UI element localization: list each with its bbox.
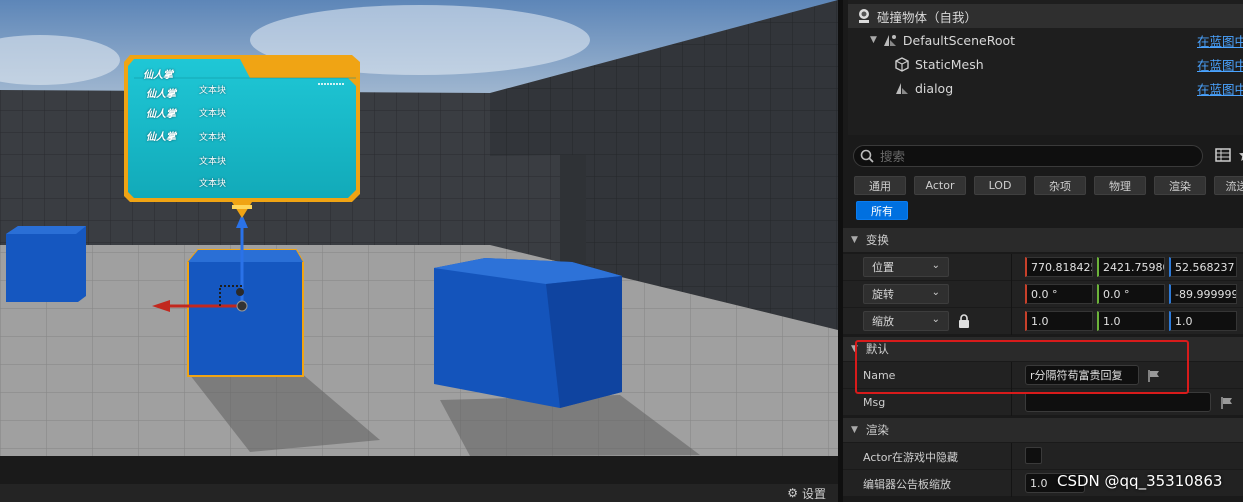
divider bbox=[1011, 443, 1012, 470]
msg-row: Msg bbox=[843, 389, 1243, 416]
rotation-y-field[interactable]: 0.0 ° bbox=[1097, 284, 1165, 304]
divider bbox=[1011, 389, 1012, 416]
widget-name-4: 仙人掌 bbox=[146, 132, 176, 143]
location-x-field[interactable]: 770.818425 bbox=[1025, 257, 1093, 277]
lock-icon[interactable] bbox=[958, 314, 970, 328]
collapse-arrow-icon: ▼ bbox=[851, 425, 858, 435]
static-mesh-icon bbox=[894, 56, 910, 72]
section-default[interactable]: ▼ 默认 bbox=[843, 337, 1243, 361]
divider bbox=[1011, 470, 1012, 497]
viewport-bottom-bar: ⚙ 设置 bbox=[0, 484, 838, 502]
location-dropdown[interactable]: 位置 ⌄ bbox=[863, 257, 949, 277]
widget-text-1: 文本块 bbox=[199, 86, 227, 96]
hidden-in-game-label: Actor在游戏中隐藏 bbox=[863, 450, 958, 464]
widget-name-3: 仙人掌 bbox=[146, 109, 176, 120]
category-filters: 通用 Actor LOD 杂项 物理 渲染 流送 所有 bbox=[854, 176, 1243, 220]
chevron-down-icon: ⌄ bbox=[931, 314, 940, 325]
chevron-down-icon: ⌄ bbox=[931, 260, 940, 271]
rotation-x-field[interactable]: 0.0 ° bbox=[1025, 284, 1093, 304]
tree-item-label: DefaultSceneRoot bbox=[902, 32, 1016, 48]
name-label: Name bbox=[863, 369, 896, 382]
edit-in-blueprint-link[interactable]: 在蓝图中 bbox=[1197, 79, 1243, 98]
location-y-field[interactable]: 2421.759808 bbox=[1097, 257, 1165, 277]
collapse-arrow-icon[interactable]: ▼ bbox=[870, 35, 877, 45]
widget-component-icon bbox=[894, 80, 910, 96]
collapse-arrow-icon: ▼ bbox=[851, 344, 858, 354]
edit-in-blueprint-link[interactable]: 在蓝图中 bbox=[1197, 31, 1243, 50]
widget-text-3: 文本块 bbox=[199, 133, 227, 143]
search-icon bbox=[860, 149, 874, 163]
widget-name-2: 仙人掌 bbox=[146, 89, 176, 100]
filter-all[interactable]: 所有 bbox=[856, 201, 908, 220]
chevron-down-icon: ⌄ bbox=[931, 287, 940, 298]
flag-icon[interactable] bbox=[1147, 369, 1161, 383]
section-transform[interactable]: ▼ 变换 bbox=[843, 228, 1243, 252]
details-panel: 碰撞物体（自我） ▼ DefaultSceneRoot 在蓝图中 StaticM… bbox=[838, 0, 1243, 502]
details-search[interactable] bbox=[853, 145, 1203, 167]
divider bbox=[1011, 308, 1012, 335]
filter-streaming[interactable]: 流送 bbox=[1214, 176, 1243, 195]
widget-text-2: 文本块 bbox=[199, 109, 227, 119]
tree-item-label: dialog bbox=[915, 80, 954, 96]
hidden-in-game-row: Actor在游戏中隐藏 bbox=[843, 443, 1243, 470]
collapse-arrow-icon: ▼ bbox=[851, 235, 858, 245]
watermark: CSDN @qq_35310863 bbox=[1057, 472, 1223, 490]
scale-y-field[interactable]: 1.0 bbox=[1097, 311, 1165, 331]
msg-label: Msg bbox=[863, 396, 886, 409]
dropdown-label: 缩放 bbox=[872, 315, 894, 328]
actor-icon bbox=[856, 8, 872, 24]
widget-text-4: 文本块 bbox=[199, 157, 227, 167]
filter-physics[interactable]: 物理 bbox=[1094, 176, 1146, 195]
widget-name-1: 仙人掌 bbox=[143, 70, 173, 81]
scale-row: 缩放 ⌄ 1.0 1.0 1.0 bbox=[843, 308, 1243, 335]
tree-item-label: StaticMesh bbox=[915, 56, 984, 72]
tree-item-dialog[interactable]: dialog 在蓝图中 bbox=[848, 76, 1243, 100]
divider bbox=[1011, 362, 1012, 389]
components-tree: 碰撞物体（自我） ▼ DefaultSceneRoot 在蓝图中 StaticM… bbox=[848, 0, 1243, 135]
search-input[interactable] bbox=[880, 148, 1180, 164]
scale-dropdown[interactable]: 缩放 ⌄ bbox=[863, 311, 949, 331]
tree-item-staticmesh[interactable]: StaticMesh 在蓝图中 bbox=[848, 52, 1243, 76]
filter-misc[interactable]: 杂项 bbox=[1034, 176, 1086, 195]
divider bbox=[1011, 254, 1012, 281]
filter-general[interactable]: 通用 bbox=[854, 176, 906, 195]
scene-component-icon bbox=[882, 32, 898, 48]
location-row: 位置 ⌄ 770.818425 2421.759808 52.568237 bbox=[843, 254, 1243, 281]
scale-z-field[interactable]: 1.0 bbox=[1169, 311, 1237, 331]
section-title: 默认 bbox=[865, 342, 889, 356]
settings-button[interactable]: ⚙ 设置 bbox=[787, 484, 826, 502]
location-z-field[interactable]: 52.568237 bbox=[1169, 257, 1237, 277]
gear-icon: ⚙ bbox=[787, 486, 798, 500]
section-rendering[interactable]: ▼ 渲染 bbox=[843, 418, 1243, 442]
edit-in-blueprint-link[interactable]: 在蓝图中 bbox=[1197, 55, 1243, 74]
section-title: 变换 bbox=[865, 233, 889, 247]
name-row: Name r分隔符苟富贵回复 bbox=[843, 362, 1243, 389]
hidden-in-game-checkbox[interactable] bbox=[1025, 447, 1042, 464]
section-title: 渲染 bbox=[865, 423, 889, 437]
dropdown-label: 位置 bbox=[872, 261, 894, 274]
dropdown-label: 旋转 bbox=[872, 288, 894, 301]
level-viewport[interactable]: 仙人掌 仙人掌 仙人掌 仙人掌 文本块 文本块 文本块 文本块 文本块 ⚙ 设置 bbox=[0, 0, 838, 502]
tree-item-self[interactable]: 碰撞物体（自我） bbox=[848, 4, 1243, 28]
filter-rendering[interactable]: 渲染 bbox=[1154, 176, 1206, 195]
name-field[interactable]: r分隔符苟富贵回复 bbox=[1025, 365, 1139, 385]
viewport-scene bbox=[0, 0, 838, 456]
tree-item-defaultsceneroot[interactable]: ▼ DefaultSceneRoot 在蓝图中 bbox=[848, 28, 1243, 52]
widget-text-5: 文本块 bbox=[199, 179, 227, 189]
msg-field[interactable] bbox=[1025, 392, 1211, 412]
settings-label: 设置 bbox=[801, 486, 826, 501]
divider bbox=[1011, 281, 1012, 308]
table-view-icon[interactable] bbox=[1215, 148, 1231, 162]
filter-actor[interactable]: Actor bbox=[914, 176, 966, 195]
scale-x-field[interactable]: 1.0 bbox=[1025, 311, 1093, 331]
tree-root-label: 碰撞物体（自我） bbox=[877, 9, 978, 25]
billboard-scale-label: 编辑器公告板缩放 bbox=[863, 477, 951, 491]
filter-lod[interactable]: LOD bbox=[974, 176, 1026, 195]
star-icon[interactable] bbox=[1238, 148, 1243, 162]
rotation-row: 旋转 ⌄ 0.0 ° 0.0 ° -89.999999 bbox=[843, 281, 1243, 308]
rotation-dropdown[interactable]: 旋转 ⌄ bbox=[863, 284, 949, 304]
rotation-z-field[interactable]: -89.999999 bbox=[1169, 284, 1237, 304]
flag-icon[interactable] bbox=[1220, 396, 1234, 410]
